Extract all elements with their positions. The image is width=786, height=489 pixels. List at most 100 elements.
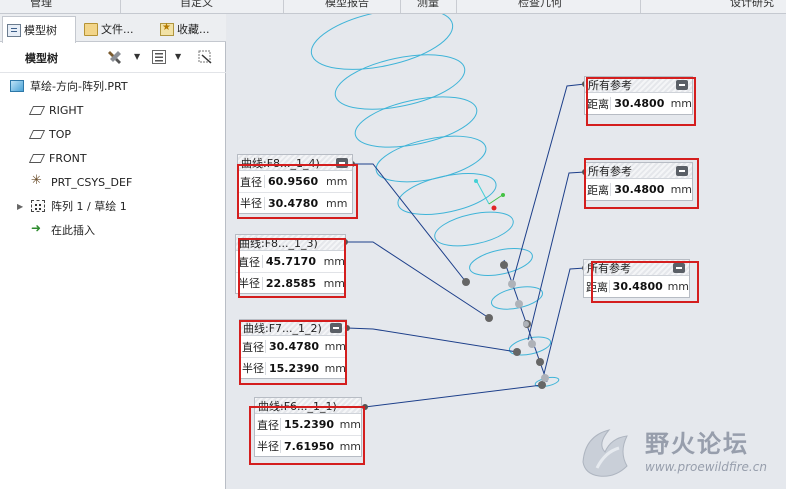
model-tree: 草绘-方向-阵列.PRT RIGHT TOP FRONT PRT_CSYS_DE… <box>0 74 226 242</box>
creo-window: 管理 自定义 模型报告 测量 检查几何 设计研究 模型树 文件... 收藏... <box>0 0 786 489</box>
watermark-title: 野火论坛 <box>645 430 749 458</box>
tab-files[interactable]: 文件... <box>80 16 152 42</box>
tree-item-label: 草绘-方向-阵列.PRT <box>30 80 128 93</box>
unit-label: mm <box>323 255 345 268</box>
annotation-title: 曲线:F6..._1_1) <box>258 399 337 413</box>
curve-outline[interactable] <box>330 45 469 119</box>
radius-value: 15.2390 <box>264 361 323 375</box>
tree-item-label: PRT_CSYS_DEF <box>51 175 133 189</box>
tree-item-top[interactable]: TOP <box>0 122 226 146</box>
annotation-reference-2[interactable]: 所有参考 距离 30.4800 mm <box>584 162 693 201</box>
annotation-curve-1[interactable]: 曲线:F8..._1_4) 直径 60.9560 mm 半径 30.4780 mm <box>237 154 353 214</box>
tree-item-pattern[interactable]: ▶ 阵列 1 / 草绘 1 <box>0 194 226 218</box>
ribbon-tab-check-geometry[interactable]: 检查几何 <box>518 0 562 10</box>
annotation-title: 曲线:F8..._1_3) <box>239 236 318 250</box>
tab-model-tree[interactable]: 模型树 <box>2 16 76 43</box>
diameter-value: 60.9560 <box>264 175 324 188</box>
tab-label: 模型树 <box>24 24 57 37</box>
settings-dropdown-chevron-icon[interactable]: ▼ <box>134 52 140 61</box>
ribbon-tab-design-study[interactable]: 设计研究 <box>730 0 774 10</box>
datum-plane-icon <box>28 105 46 115</box>
insert-here-arrow-icon <box>31 221 45 236</box>
expand-triangle-icon[interactable]: ▶ <box>17 202 23 211</box>
part-icon <box>10 80 24 92</box>
annotation-title: 曲线:F8..._1_4) <box>241 156 320 170</box>
unit-label: mm <box>323 276 345 290</box>
annotation-title: 所有参考 <box>587 261 631 275</box>
ribbon-tab-measure[interactable]: 测量 <box>417 0 439 10</box>
tab-label: 收藏... <box>177 23 210 36</box>
tree-item-part[interactable]: 草绘-方向-阵列.PRT <box>0 74 226 98</box>
settings-tools-icon[interactable] <box>107 49 123 65</box>
annotation-reference-1[interactable]: 所有参考 距离 30.4800 mm <box>584 76 693 115</box>
distance-value: 30.4800 <box>608 280 666 293</box>
navigator-panel: 模型树 文件... 收藏... 模型树 ▼ ▼ <box>0 14 226 489</box>
radius-value: 7.61950 <box>279 439 338 453</box>
unit-label: mm <box>670 97 692 110</box>
forum-logo-icon <box>582 429 628 477</box>
unit-label: mm <box>670 183 692 196</box>
annotation-curve-3[interactable]: 曲线:F7..._1_2) 直径 30.4780 mm 半径 15.2390 mm <box>239 319 347 379</box>
csys-triad <box>474 179 505 211</box>
collapse-icon[interactable] <box>330 323 342 333</box>
tree-item-insert-here[interactable]: 在此插入 <box>0 218 226 242</box>
tree-item-front[interactable]: FRONT <box>0 146 226 170</box>
tree-item-label: 阵列 1 / 草绘 1 <box>51 200 127 213</box>
folder-icon <box>84 22 98 36</box>
diameter-label: 直径 <box>242 340 264 354</box>
ribbon-tab-manage[interactable]: 管理 <box>30 0 52 10</box>
radius-label: 半径 <box>238 277 260 290</box>
unit-label: mm <box>667 280 689 293</box>
curve-outline[interactable] <box>351 88 481 157</box>
navigator-tabs: 模型树 文件... 收藏... <box>0 14 226 43</box>
collapse-icon[interactable] <box>676 80 688 90</box>
distance-label: 距离 <box>587 183 609 197</box>
annotation-reference-3[interactable]: 所有参考 距离 30.4800 mm <box>583 259 690 298</box>
tree-item-label: TOP <box>49 127 72 141</box>
tree-item-right[interactable]: RIGHT <box>0 98 226 122</box>
favorites-icon <box>160 22 174 36</box>
annotation-curve-2[interactable]: 曲线:F8..._1_3) 直径 45.7170 mm 半径 22.8585 mm <box>235 234 346 294</box>
distance-value: 30.4800 <box>610 97 668 110</box>
unit-label: mm <box>339 418 361 431</box>
filter-icon[interactable] <box>197 49 213 65</box>
forum-watermark: 野火论坛 www.proewildfire.cn <box>573 420 783 486</box>
tree-item-label: FRONT <box>49 151 87 165</box>
distance-value: 30.4800 <box>610 183 668 196</box>
tree-item-label: RIGHT <box>49 103 84 117</box>
tab-label: 文件... <box>101 23 134 36</box>
watermark-url: www.proewildfire.cn <box>645 460 767 474</box>
tab-favorites[interactable]: 收藏... <box>156 16 226 42</box>
show-dropdown-chevron-icon[interactable]: ▼ <box>175 52 181 61</box>
collapse-icon[interactable] <box>673 263 685 273</box>
graphics-window[interactable]: 曲线:F8..._1_4) 直径 60.9560 mm 半径 30.4780 mm 曲线… <box>227 14 786 489</box>
radius-label: 半径 <box>242 362 264 375</box>
collapse-icon[interactable] <box>336 158 348 168</box>
diameter-label: 直径 <box>257 418 279 432</box>
radius-label: 半径 <box>240 197 262 210</box>
annotation-curve-4[interactable]: 曲线:F6..._1_1) 直径 15.2390 mm 半径 7.61950 mm <box>254 397 362 457</box>
model-tree-toolbar: 模型树 ▼ ▼ <box>0 43 226 73</box>
diameter-value: 30.4780 <box>264 340 323 353</box>
unit-label: mm <box>324 340 346 353</box>
curve-outline[interactable] <box>467 244 535 281</box>
ribbon-tab-customize[interactable]: 自定义 <box>180 0 213 10</box>
collapse-icon[interactable] <box>676 166 688 176</box>
diameter-label: 直径 <box>240 175 262 189</box>
unit-label: mm <box>324 361 346 375</box>
distance-label: 距离 <box>586 280 608 294</box>
diameter-label: 直径 <box>238 255 260 269</box>
radius-value: 22.8585 <box>261 276 322 290</box>
tree-item-csys[interactable]: PRT_CSYS_DEF <box>0 170 226 194</box>
annotation-title: 所有参考 <box>588 164 632 178</box>
curve-outline[interactable] <box>372 128 490 190</box>
annotation-title: 曲线:F7..._1_2) <box>243 321 322 335</box>
show-list-icon[interactable] <box>151 49 167 65</box>
model-tree-title: 模型树 <box>25 51 58 65</box>
model-tree-icon <box>7 23 21 37</box>
tree-item-label: 在此插入 <box>51 224 95 237</box>
ribbon-tab-model-report[interactable]: 模型报告 <box>325 0 369 10</box>
curve-outline[interactable] <box>306 14 458 80</box>
pattern-icon <box>31 200 45 212</box>
datum-plane-icon <box>28 129 46 139</box>
